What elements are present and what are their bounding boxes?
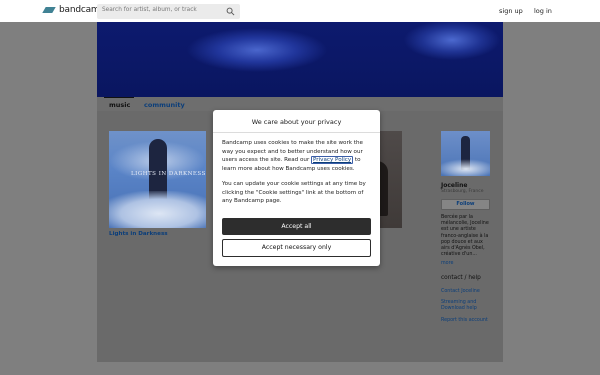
- cookie-settings-paragraph: You can update your cookie settings at a…: [222, 181, 366, 204]
- follow-button[interactable]: Follow: [441, 199, 490, 210]
- cookie-info-paragraph: Bandcamp uses cookies to make the site w…: [222, 140, 363, 172]
- report-account-link[interactable]: Report this account: [441, 318, 496, 324]
- artist-banner-image: [97, 22, 503, 97]
- privacy-policy-link[interactable]: Privacy Policy: [311, 156, 354, 164]
- artist-bio: Bercée par la mélancolie, Joceline est u…: [441, 215, 489, 258]
- privacy-modal: We care about your privacy Bandcamp uses…: [213, 110, 380, 266]
- modal-divider: [213, 132, 380, 133]
- search-input[interactable]: Search for artist, album, or track: [97, 4, 240, 19]
- album-cover-text: LIGHTS IN DARKNESS: [131, 171, 206, 177]
- log-in-link[interactable]: log in: [534, 7, 552, 15]
- accept-necessary-button[interactable]: Accept necessary only: [222, 239, 371, 257]
- tab-music[interactable]: music: [109, 101, 130, 109]
- artist-location: Strasbourg, France: [441, 189, 484, 194]
- bandcamp-logo[interactable]: bandcamp: [42, 5, 105, 15]
- album-title-link[interactable]: Lights in Darkness: [109, 231, 168, 237]
- streaming-help-link[interactable]: Streaming and Download help: [441, 300, 496, 312]
- album-cover[interactable]: LIGHTS IN DARKNESS: [109, 131, 206, 228]
- artist-name[interactable]: Joceline: [441, 182, 467, 189]
- artist-photo[interactable]: [441, 131, 490, 176]
- bandcamp-logo-icon: [42, 7, 56, 13]
- modal-title: We care about your privacy: [251, 118, 342, 126]
- contact-artist-link[interactable]: Contact Joceline: [441, 289, 496, 295]
- tab-community[interactable]: community: [144, 101, 185, 109]
- contact-help-heading: contact / help: [441, 275, 481, 281]
- active-tab-indicator: [104, 97, 134, 98]
- sign-up-link[interactable]: sign up: [499, 7, 523, 15]
- bio-more-link[interactable]: more: [441, 261, 453, 266]
- search-placeholder: Search for artist, album, or track: [102, 7, 197, 13]
- top-bar: bandcamp Search for artist, album, or tr…: [0, 0, 600, 22]
- search-icon[interactable]: [226, 7, 235, 16]
- accept-all-button[interactable]: Accept all: [222, 218, 371, 235]
